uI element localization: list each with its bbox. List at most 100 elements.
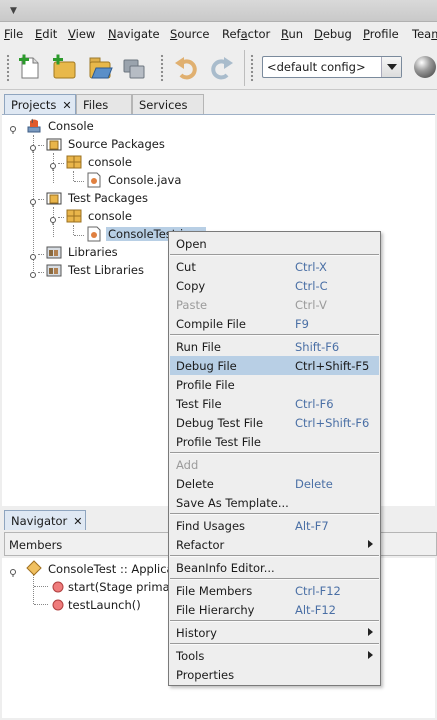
menu-run[interactable]: Run	[281, 27, 303, 41]
menu-item-label: Refactor	[176, 538, 225, 552]
menu-item-paste[interactable]: Paste Ctrl-V	[170, 295, 379, 314]
menu-item-copy[interactable]: Copy Ctrl-C	[170, 276, 379, 295]
menu-view[interactable]: View	[68, 27, 95, 41]
collapse-handle-icon[interactable]	[30, 268, 38, 278]
menu-refactor[interactable]: Refactor	[222, 27, 270, 41]
expand-handle-icon[interactable]	[50, 214, 58, 225]
method-icon	[50, 579, 66, 595]
expand-handle-icon[interactable]	[30, 196, 38, 207]
menu-debug[interactable]: Debug	[314, 27, 352, 41]
close-icon[interactable]: ✕	[73, 515, 82, 528]
toolbar-separator	[244, 50, 245, 86]
navigator-members-label: Members	[9, 538, 63, 552]
tab-projects[interactable]: Projects ✕	[4, 94, 76, 114]
tree-node-test-packages[interactable]: Test Packages	[68, 191, 148, 205]
menu-separator	[170, 555, 379, 557]
expand-handle-icon[interactable]	[30, 142, 38, 153]
tab-services-label: Services	[139, 98, 188, 112]
menu-item-label: Find Usages	[176, 519, 246, 533]
redo-icon[interactable]	[208, 54, 236, 82]
expand-handle-icon[interactable]	[10, 566, 18, 577]
toolbar-grip-2-icon[interactable]	[160, 54, 164, 82]
tree-node-test-libraries[interactable]: Test Libraries	[68, 263, 144, 277]
collapse-handle-icon[interactable]	[30, 250, 38, 260]
menu-item-file-members[interactable]: File Members Ctrl-F12	[170, 581, 379, 600]
config-dropdown[interactable]: <default config>	[262, 56, 402, 78]
menu-item-shortcut: Delete	[295, 477, 333, 491]
tree-guide	[73, 171, 74, 181]
menu-team[interactable]: Team	[412, 27, 437, 41]
new-file-icon[interactable]	[16, 54, 44, 82]
menu-item-save-as-template[interactable]: Save As Template...	[170, 493, 379, 512]
menu-profile[interactable]: Profile	[363, 27, 399, 41]
expand-handle-icon[interactable]	[10, 123, 18, 134]
window-menu-arrow-icon[interactable]: ▼	[10, 6, 17, 16]
undo-icon[interactable]	[172, 54, 200, 82]
expand-handle-icon[interactable]	[50, 160, 58, 171]
tree-node-console-project[interactable]: Console	[48, 119, 94, 133]
menu-item-label: History	[176, 626, 217, 640]
menu-item-profile-test-file[interactable]: Profile Test File	[170, 432, 379, 451]
menu-item-run-file[interactable]: Run File Shift-F6	[170, 337, 379, 356]
menu-item-debug-file[interactable]: Debug File Ctrl+Shift-F5	[170, 356, 379, 375]
chevron-down-icon[interactable]	[381, 57, 401, 77]
run-project-globe-icon[interactable]	[414, 56, 436, 78]
tree-node-source-packages[interactable]: Source Packages	[68, 137, 165, 151]
menu-item-tools[interactable]: Tools	[170, 646, 379, 665]
menu-separator	[170, 643, 379, 645]
menu-item-find-usages[interactable]: Find Usages Alt-F7	[170, 516, 379, 535]
menu-navigate[interactable]: Navigate	[108, 27, 160, 41]
menu-item-properties[interactable]: Properties	[170, 665, 379, 684]
open-project-icon[interactable]	[86, 54, 114, 82]
menu-item-shortcut: Shift-F6	[295, 340, 340, 354]
menu-item-refactor[interactable]: Refactor	[170, 535, 379, 554]
tree-node-libraries[interactable]: Libraries	[68, 245, 118, 259]
tree-node-test-package[interactable]: console	[88, 209, 132, 223]
context-menu: Open Cut Ctrl-X Copy Ctrl-C Paste Ctrl-V Co…	[168, 231, 381, 686]
menu-item-label: Tools	[176, 649, 205, 663]
menu-item-shortcut: Ctrl+Shift-F6	[295, 416, 370, 430]
tab-files[interactable]: Files	[76, 94, 132, 114]
menu-item-shortcut: Ctrl-V	[295, 298, 327, 312]
tab-navigator[interactable]: Navigator ✕	[4, 510, 86, 530]
menu-edit[interactable]: Edit	[35, 27, 57, 41]
method-icon	[50, 597, 66, 613]
menu-item-label: File Members	[176, 584, 253, 598]
menu-item-shortcut: F9	[295, 317, 309, 331]
menu-item-file-hierarchy[interactable]: File Hierarchy Alt-F12	[170, 600, 379, 619]
menu-file[interactable]: File	[4, 27, 23, 41]
close-project-icon[interactable]	[120, 54, 148, 82]
tree-guide	[38, 272, 44, 273]
close-icon[interactable]: ✕	[62, 99, 71, 112]
source-packages-icon	[46, 136, 62, 152]
new-project-icon[interactable]	[50, 54, 78, 82]
menubar: File Edit View Navigate Source Refactor …	[0, 22, 437, 46]
menu-item-label: Debug File	[176, 359, 237, 373]
menu-item-label: Debug Test File	[176, 416, 264, 430]
tree-guide	[38, 254, 44, 255]
menu-item-cut[interactable]: Cut Ctrl-X	[170, 257, 379, 276]
menu-source[interactable]: Source	[170, 27, 210, 41]
tree-guide	[38, 145, 44, 146]
menu-separator	[170, 254, 379, 256]
toolbar-grip-icon[interactable]	[6, 54, 10, 82]
toolbar-grip-3-icon[interactable]	[250, 54, 254, 82]
tab-services[interactable]: Services	[132, 94, 204, 114]
menu-item-compile-file[interactable]: Compile File F9	[170, 314, 379, 333]
menu-item-history[interactable]: History	[170, 623, 379, 642]
menu-item-shortcut: Ctrl-X	[295, 260, 327, 274]
test-libraries-icon	[46, 262, 62, 278]
menu-item-add[interactable]: Add	[170, 455, 379, 474]
menu-item-shortcut: Ctrl-C	[295, 279, 328, 293]
menu-item-beaninfo-editor[interactable]: BeanInfo Editor...	[170, 558, 379, 577]
menu-item-profile-file[interactable]: Profile File	[170, 375, 379, 394]
menu-item-delete[interactable]: Delete Delete	[170, 474, 379, 493]
tab-navigator-label: Navigator	[11, 514, 68, 528]
navigator-member[interactable]: testLaunch()	[68, 598, 141, 612]
tree-node-source-file[interactable]: Console.java	[108, 173, 181, 187]
menu-separator	[170, 452, 379, 454]
tree-node-source-package[interactable]: console	[88, 155, 132, 169]
menu-item-test-file[interactable]: Test File Ctrl-F6	[170, 394, 379, 413]
menu-item-debug-test-file[interactable]: Debug Test File Ctrl+Shift-F6	[170, 413, 379, 432]
menu-item-open[interactable]: Open	[170, 234, 379, 253]
